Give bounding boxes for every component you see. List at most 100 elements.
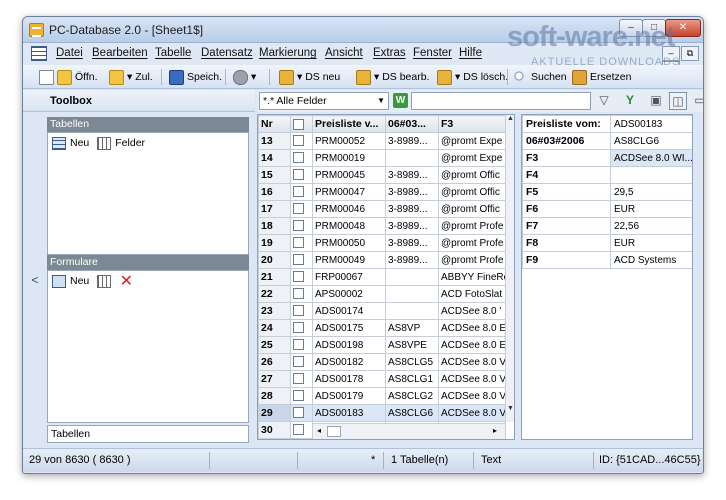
- cell-preisliste[interactable]: PRM00048: [312, 217, 386, 235]
- cell-0603[interactable]: 3-8989...: [385, 200, 439, 218]
- filter-set-icon[interactable]: Y: [621, 92, 639, 110]
- horizontal-scroll-thumb[interactable]: [327, 426, 341, 437]
- scroll-down-arrow[interactable]: ▼: [506, 405, 514, 412]
- field-select-dropdown[interactable]: *.* Alle Felder: [259, 92, 389, 110]
- mdi-minimize-button[interactable]: –: [662, 46, 680, 61]
- cell-0603[interactable]: [385, 149, 439, 167]
- table-row[interactable]: 15 PRM00045 3-8989... @promt Offic: [258, 166, 506, 184]
- menu-markierung[interactable]: Markierung: [259, 47, 317, 59]
- row-checkbox[interactable]: [293, 254, 304, 266]
- cell-0603[interactable]: 3-8989...: [385, 251, 439, 269]
- row-checkbox[interactable]: [293, 152, 304, 164]
- document-grid-icon[interactable]: [31, 46, 47, 61]
- menu-extras[interactable]: Extras: [373, 47, 406, 59]
- row-select-cell[interactable]: [290, 132, 313, 150]
- row-select-cell[interactable]: [290, 234, 313, 252]
- row-number[interactable]: 29: [258, 404, 291, 422]
- row-select-cell[interactable]: [290, 370, 313, 388]
- cell-f3[interactable]: ABBYY FineRe: [438, 268, 506, 286]
- row-checkbox[interactable]: [293, 169, 304, 181]
- row-number[interactable]: 24: [258, 319, 291, 337]
- cell-0603[interactable]: [385, 285, 439, 303]
- menu-datei[interactable]: Datei: [56, 47, 83, 59]
- grid-horizontal-scrollbar[interactable]: ◂ ▸: [313, 423, 505, 439]
- cell-preisliste[interactable]: PRM00050: [312, 234, 386, 252]
- row-checkbox[interactable]: [293, 186, 304, 198]
- cell-f3[interactable]: ACDSee 8.0 V: [438, 404, 506, 422]
- tables-fields-button[interactable]: Felder: [115, 137, 145, 149]
- maximize-button[interactable]: □: [642, 19, 666, 37]
- table-row[interactable]: 24 ADS00175 AS8VP ACDSee 8.0 E: [258, 319, 506, 337]
- cell-preisliste[interactable]: PRM00049: [312, 251, 386, 269]
- row-select-cell[interactable]: [290, 319, 313, 337]
- detail-field-value[interactable]: EUR: [610, 234, 692, 252]
- cell-f3[interactable]: ACDSee 8.0 ': [438, 302, 506, 320]
- ds-edit-button[interactable]: ▾ DS bearb.: [356, 68, 429, 86]
- column-header-f3[interactable]: F3: [438, 115, 506, 133]
- forms-new-button[interactable]: Neu: [70, 275, 89, 287]
- detail-field-value[interactable]: AS8CLG6: [610, 132, 692, 150]
- table-row[interactable]: 19 PRM00050 3-8989... @promt Profe: [258, 234, 506, 252]
- close-button[interactable]: ✕: [665, 19, 701, 37]
- cell-preisliste[interactable]: ADS00182: [312, 353, 386, 371]
- row-checkbox[interactable]: [293, 288, 304, 300]
- row-checkbox[interactable]: [293, 271, 304, 283]
- cell-f3[interactable]: @promt Expe: [438, 149, 506, 167]
- cell-f3[interactable]: @promt Offic: [438, 166, 506, 184]
- row-select-cell[interactable]: [290, 217, 313, 235]
- row-number[interactable]: 13: [258, 132, 291, 150]
- cell-preisliste[interactable]: PRM00046: [312, 200, 386, 218]
- filter-input[interactable]: [411, 92, 591, 110]
- column-header-nr[interactable]: Nr: [258, 115, 291, 133]
- row-select-cell[interactable]: [290, 421, 313, 439]
- toolbox-collapse-button[interactable]: <: [27, 273, 43, 291]
- cell-0603[interactable]: 3-8989...: [385, 183, 439, 201]
- detail-field-value[interactable]: 29,5: [610, 183, 692, 201]
- add-button[interactable]: ▾ Zul.: [109, 68, 153, 86]
- view-list-icon[interactable]: ▭: [691, 92, 703, 110]
- detail-field-value[interactable]: 22,56: [610, 217, 692, 235]
- view-form-icon[interactable]: ▣: [647, 92, 665, 110]
- cell-0603[interactable]: [385, 302, 439, 320]
- row-number[interactable]: 27: [258, 370, 291, 388]
- table-row[interactable]: 23 ADS00174 ACDSee 8.0 ': [258, 302, 506, 320]
- row-checkbox[interactable]: [293, 305, 304, 317]
- row-select-cell[interactable]: [290, 166, 313, 184]
- table-row[interactable]: 17 PRM00046 3-8989... @promt Offic: [258, 200, 506, 218]
- column-header-select[interactable]: [290, 115, 313, 133]
- row-select-cell[interactable]: [290, 336, 313, 354]
- cell-0603[interactable]: [385, 268, 439, 286]
- row-number[interactable]: 19: [258, 234, 291, 252]
- cell-preisliste[interactable]: PRM00047: [312, 183, 386, 201]
- row-number[interactable]: 16: [258, 183, 291, 201]
- new-document-button[interactable]: [39, 68, 54, 86]
- row-number[interactable]: 21: [258, 268, 291, 286]
- scroll-up-arrow[interactable]: ▲: [506, 115, 514, 122]
- cell-f3[interactable]: ACDSee 8.0 E: [438, 336, 506, 354]
- row-number[interactable]: 15: [258, 166, 291, 184]
- cell-preisliste[interactable]: PRM00019: [312, 149, 386, 167]
- cell-f3[interactable]: @promt Profe: [438, 217, 506, 235]
- cell-0603[interactable]: 3-8989...: [385, 217, 439, 235]
- tools-dropdown-button[interactable]: ▾: [233, 68, 256, 86]
- row-select-cell[interactable]: [290, 285, 313, 303]
- column-header-0603[interactable]: 06#03...: [385, 115, 439, 133]
- grid-vertical-scrollbar[interactable]: ▲ ▼: [505, 115, 514, 422]
- row-checkbox[interactable]: [293, 339, 304, 351]
- row-select-cell[interactable]: [290, 268, 313, 286]
- detail-field-value[interactable]: ACD Systems: [610, 251, 692, 269]
- cell-preisliste[interactable]: FRP00067: [312, 268, 386, 286]
- table-row[interactable]: 27 ADS00178 AS8CLG1 ACDSee 8.0 V: [258, 370, 506, 388]
- delete-x-icon[interactable]: ✕: [119, 273, 133, 289]
- select-all-checkbox[interactable]: [293, 118, 304, 130]
- table-row[interactable]: 26 ADS00182 AS8CLG5 ACDSee 8.0 V: [258, 353, 506, 371]
- row-checkbox[interactable]: [293, 356, 304, 368]
- cell-preisliste[interactable]: ADS00174: [312, 302, 386, 320]
- cell-f3[interactable]: ACD FotoSlat: [438, 285, 506, 303]
- row-select-cell[interactable]: [290, 251, 313, 269]
- minimize-button[interactable]: –: [619, 19, 643, 37]
- cell-0603[interactable]: AS8CLG5: [385, 353, 439, 371]
- row-checkbox[interactable]: [293, 322, 304, 334]
- table-row[interactable]: 22 APS00002 ACD FotoSlat: [258, 285, 506, 303]
- row-checkbox[interactable]: [293, 203, 304, 215]
